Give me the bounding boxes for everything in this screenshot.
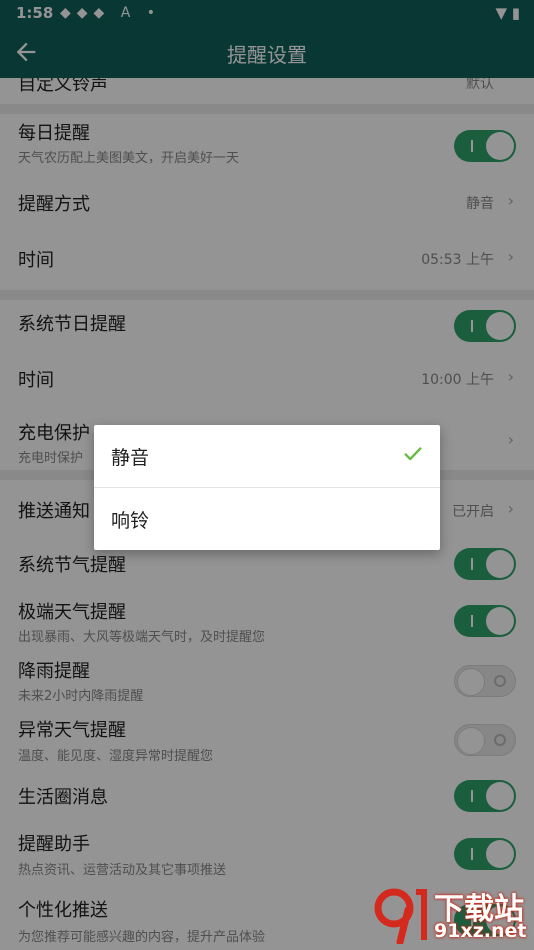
option-ring[interactable]: 响铃 <box>94 488 440 550</box>
option-silent[interactable]: 静音 <box>94 425 440 487</box>
check-icon <box>404 447 422 461</box>
watermark-url: 91xz.net <box>434 920 527 942</box>
watermark-logo-icon <box>374 888 427 944</box>
option-label: 响铃 <box>111 510 150 532</box>
reminder-mode-dialog: 静音 响铃 <box>94 425 440 550</box>
option-label: 静音 <box>111 447 150 469</box>
site-watermark: 下载站 91xz.net <box>364 880 534 950</box>
